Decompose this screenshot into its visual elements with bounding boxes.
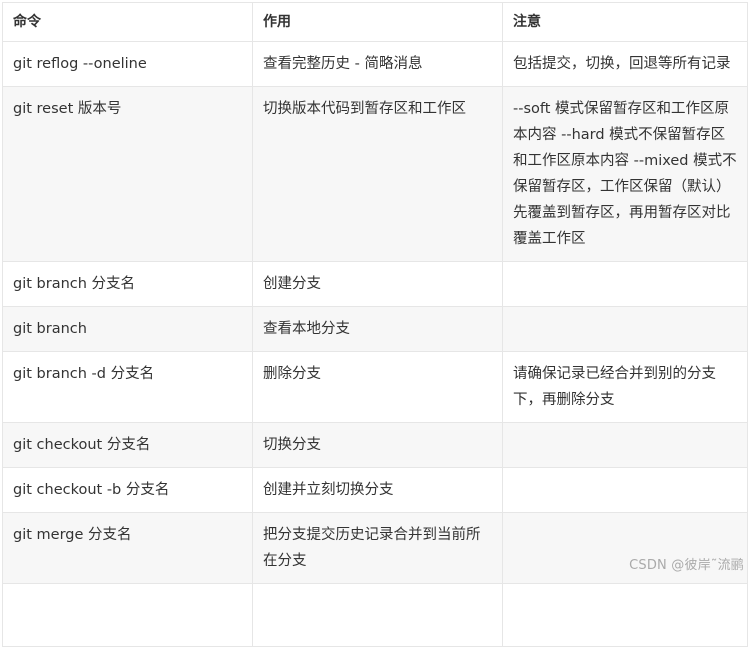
table-row-empty <box>2 584 748 647</box>
header-purpose: 作用 <box>252 3 502 41</box>
command-cell: git merge 分支名 <box>2 513 252 583</box>
purpose-cell: 切换分支 <box>252 423 502 467</box>
header-command: 命令 <box>2 3 252 41</box>
purpose-cell: 创建分支 <box>252 262 502 306</box>
table-header-row: 命令 作用 注意 <box>2 2 748 42</box>
note-cell <box>502 468 748 512</box>
table-row: git branch 分支名 创建分支 <box>2 262 748 307</box>
command-cell: git checkout 分支名 <box>2 423 252 467</box>
empty-cell <box>252 584 502 646</box>
table-row: git checkout 分支名 切换分支 <box>2 423 748 468</box>
header-note: 注意 <box>502 3 748 41</box>
command-cell: git branch 分支名 <box>2 262 252 306</box>
note-cell: --soft 模式保留暂存区和工作区原本内容 --hard 模式不保留暂存区和工… <box>502 87 748 261</box>
table-row: git reset 版本号 切换版本代码到暂存区和工作区 --soft 模式保留… <box>2 87 748 262</box>
csdn-watermark: CSDN @彼岸˜流鹂 <box>629 558 744 573</box>
purpose-cell: 查看本地分支 <box>252 307 502 351</box>
table-row: git reflog --oneline 查看完整历史 - 简略消息 包括提交，… <box>2 42 748 87</box>
git-commands-table: 命令 作用 注意 git reflog --oneline 查看完整历史 - 简… <box>2 2 748 647</box>
note-cell <box>502 307 748 351</box>
purpose-cell: 查看完整历史 - 简略消息 <box>252 42 502 86</box>
command-cell: git reset 版本号 <box>2 87 252 261</box>
purpose-cell: 切换版本代码到暂存区和工作区 <box>252 87 502 261</box>
purpose-cell: 创建并立刻切换分支 <box>252 468 502 512</box>
note-cell <box>502 423 748 467</box>
command-cell: git checkout -b 分支名 <box>2 468 252 512</box>
command-cell: git reflog --oneline <box>2 42 252 86</box>
empty-cell <box>2 584 252 646</box>
table-row: git checkout -b 分支名 创建并立刻切换分支 <box>2 468 748 513</box>
table-row: git merge 分支名 把分支提交历史记录合并到当前所在分支 <box>2 513 748 584</box>
note-cell <box>502 262 748 306</box>
table-row: git branch -d 分支名 删除分支 请确保记录已经合并到别的分支下，再… <box>2 352 748 423</box>
note-cell: 请确保记录已经合并到别的分支下，再删除分支 <box>502 352 748 422</box>
command-cell: git branch -d 分支名 <box>2 352 252 422</box>
table-row: git branch 查看本地分支 <box>2 307 748 352</box>
purpose-cell: 删除分支 <box>252 352 502 422</box>
note-cell: 包括提交，切换，回退等所有记录 <box>502 42 748 86</box>
empty-cell <box>502 584 748 646</box>
purpose-cell: 把分支提交历史记录合并到当前所在分支 <box>252 513 502 583</box>
command-cell: git branch <box>2 307 252 351</box>
